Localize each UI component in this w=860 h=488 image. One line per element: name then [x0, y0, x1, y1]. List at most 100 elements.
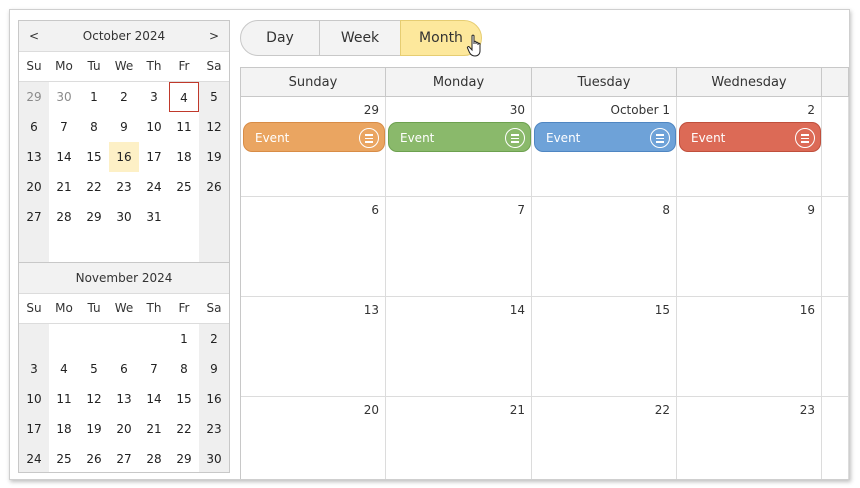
navigator-day[interactable]: 13 [109, 384, 139, 414]
navigator-day-selected[interactable]: 16 [109, 142, 139, 172]
navigator-day[interactable]: 3 [19, 354, 49, 384]
navigator-day[interactable]: 29 [79, 202, 109, 232]
navigator-day[interactable]: 20 [19, 172, 49, 202]
event-bar[interactable]: Event [243, 122, 385, 152]
day-cell[interactable]: 14 [386, 297, 532, 397]
day-cell[interactable]: 21 [386, 397, 532, 479]
navigator-day[interactable]: 17 [139, 142, 169, 172]
navigator-day[interactable]: 9 [109, 112, 139, 142]
day-cell[interactable]: 16 [677, 297, 822, 397]
navigator-day[interactable]: 13 [19, 142, 49, 172]
navigator-day[interactable]: 22 [79, 172, 109, 202]
next-month-button[interactable]: > [199, 21, 229, 51]
navigator-day[interactable]: 23 [109, 172, 139, 202]
day-cell[interactable]: 23 [677, 397, 822, 479]
day-cell[interactable]: 9 [677, 197, 822, 297]
navigator-day[interactable]: 22 [169, 414, 199, 444]
navigator-day [109, 324, 139, 354]
navigator-day[interactable]: 9 [199, 354, 229, 384]
month-header: < October 2024 > [19, 21, 229, 52]
navigator-day[interactable]: 2 [109, 82, 139, 112]
navigator-day[interactable]: 27 [109, 444, 139, 472]
navigator-day[interactable]: 11 [169, 112, 199, 142]
navigator-day[interactable]: 26 [79, 444, 109, 472]
event-bar[interactable]: Event [388, 122, 531, 152]
navigator-day[interactable]: 18 [49, 414, 79, 444]
navigator-day[interactable]: 7 [49, 112, 79, 142]
navigator-day[interactable]: 14 [49, 142, 79, 172]
navigator-day[interactable]: 29 [19, 82, 49, 112]
navigator-day[interactable]: 7 [139, 354, 169, 384]
menu-icon[interactable] [650, 128, 670, 148]
navigator-day[interactable]: 12 [199, 112, 229, 142]
menu-icon[interactable] [795, 128, 815, 148]
navigator-day[interactable]: 24 [139, 172, 169, 202]
navigator-day[interactable]: 31 [139, 202, 169, 232]
navigator-day[interactable]: 28 [49, 202, 79, 232]
navigator-day[interactable]: 28 [139, 444, 169, 472]
navigator-day-today[interactable]: 4 [169, 82, 199, 112]
navigator-day[interactable]: 25 [49, 444, 79, 472]
navigator-day[interactable]: 5 [199, 82, 229, 112]
navigator-day[interactable]: 30 [49, 82, 79, 112]
navigator-day[interactable]: 21 [139, 414, 169, 444]
day-cell[interactable]: 13 [241, 297, 386, 397]
navigator-day[interactable]: 15 [169, 384, 199, 414]
navigator-day[interactable]: 26 [199, 172, 229, 202]
navigator-day[interactable]: 15 [79, 142, 109, 172]
event-bar[interactable]: Event [679, 122, 821, 152]
navigator-day[interactable]: 6 [109, 354, 139, 384]
previous-month-button[interactable]: < [19, 21, 49, 51]
navigator-day[interactable]: 29 [169, 444, 199, 472]
navigator-day [109, 232, 139, 262]
navigator-day[interactable]: 12 [79, 384, 109, 414]
navigator-day[interactable]: 30 [199, 444, 229, 472]
navigator-day[interactable]: 4 [49, 354, 79, 384]
navigator-day[interactable]: 5 [79, 354, 109, 384]
navigator-day[interactable]: 24 [19, 444, 49, 472]
navigator-day[interactable]: 11 [49, 384, 79, 414]
day-cell[interactable]: 8 [532, 197, 677, 297]
weekday-label: Mo [55, 301, 73, 315]
navigator-day[interactable]: 3 [139, 82, 169, 112]
navigator-day[interactable]: 10 [19, 384, 49, 414]
navigator-day[interactable]: 6 [19, 112, 49, 142]
navigator-day[interactable]: 8 [169, 354, 199, 384]
navigator-day[interactable]: 8 [79, 112, 109, 142]
navigator-day[interactable]: 20 [109, 414, 139, 444]
day-cell[interactable] [822, 297, 849, 397]
navigator-day[interactable]: 17 [19, 414, 49, 444]
week-view-button[interactable]: Week [319, 20, 401, 56]
navigator-day[interactable]: 21 [49, 172, 79, 202]
navigator-day[interactable]: 16 [199, 384, 229, 414]
menu-icon[interactable] [359, 128, 379, 148]
navigator-day[interactable]: 2 [199, 324, 229, 354]
navigator-day[interactable]: 23 [199, 414, 229, 444]
navigator-day[interactable]: 27 [19, 202, 49, 232]
day-cell[interactable]: 15 [532, 297, 677, 397]
day-cell[interactable] [822, 397, 849, 479]
day-cell[interactable] [822, 97, 849, 197]
day-cell[interactable]: 6 [241, 197, 386, 297]
day-view-button[interactable]: Day [240, 20, 320, 56]
navigator-day[interactable]: 14 [139, 384, 169, 414]
day-cell[interactable]: 20 [241, 397, 386, 479]
event-label: Event [255, 131, 290, 145]
navigator-day[interactable]: 1 [79, 82, 109, 112]
day-number: 29 [363, 103, 379, 117]
navigator-day[interactable]: 1 [169, 324, 199, 354]
navigator-day[interactable]: 30 [109, 202, 139, 232]
month-calendar: Sunday Monday Tuesday Wednesday 29 30 October … [240, 67, 849, 479]
day-cell[interactable]: 22 [532, 397, 677, 479]
navigator-day[interactable]: 18 [169, 142, 199, 172]
day-cell[interactable] [822, 197, 849, 297]
navigator-day[interactable]: 10 [139, 112, 169, 142]
navigator-day[interactable]: 19 [79, 414, 109, 444]
day-number: 6 [371, 203, 379, 217]
navigator-day[interactable]: 25 [169, 172, 199, 202]
event-bar[interactable]: Event [534, 122, 676, 152]
navigator-day[interactable]: 19 [199, 142, 229, 172]
weekday-label: Sa [206, 301, 222, 315]
menu-icon[interactable] [505, 128, 525, 148]
day-cell[interactable]: 7 [386, 197, 532, 297]
